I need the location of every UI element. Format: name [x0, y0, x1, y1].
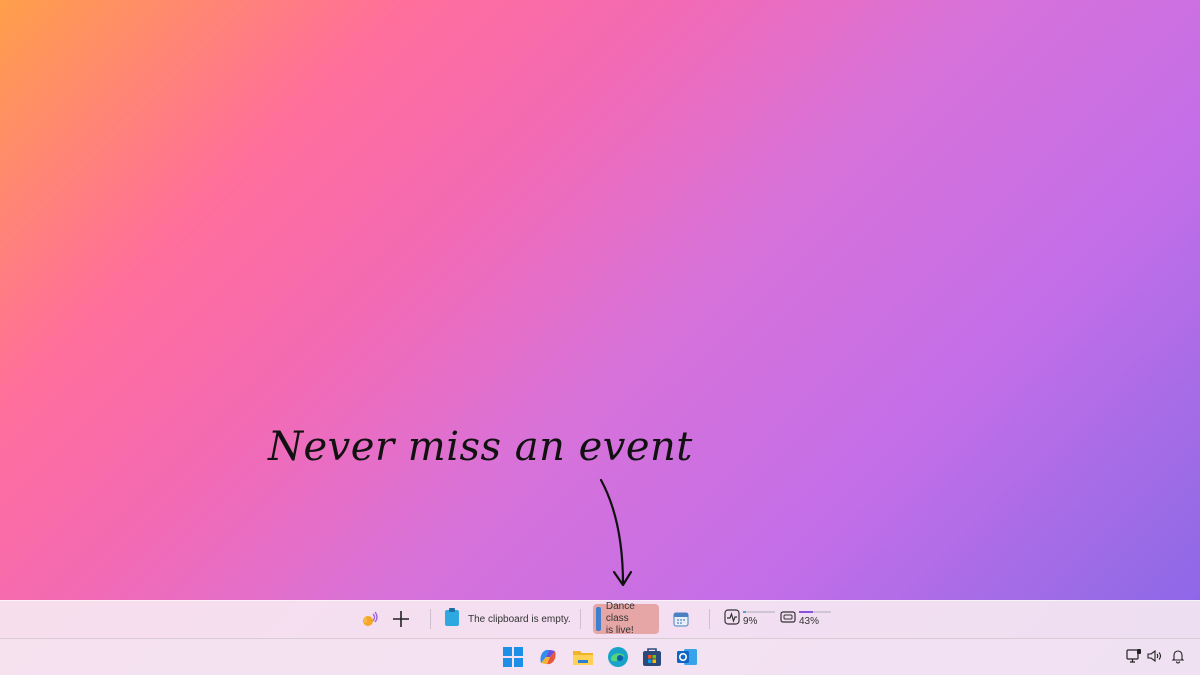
gpu-meter-fill — [799, 611, 813, 613]
separator — [709, 609, 710, 629]
separator — [430, 609, 431, 629]
separator — [580, 609, 581, 629]
cpu-meter-track — [743, 611, 775, 613]
gpu-meter: 43% — [799, 611, 831, 627]
volume-icon[interactable] — [1146, 648, 1162, 664]
cpu-meter-fill — [743, 611, 746, 613]
clipboard-status-text: The clipboard is empty. — [468, 613, 571, 625]
event-text: Dance class is live! — [606, 601, 659, 637]
gpu-percent-text: 43% — [799, 616, 820, 627]
windows-start-icon[interactable] — [502, 646, 524, 668]
outlook-icon[interactable] — [676, 646, 698, 668]
arrow-annotation — [599, 478, 633, 587]
caption-text: Never miss an event — [268, 424, 693, 470]
event-accent-bar — [596, 607, 601, 631]
calendar-icon[interactable] — [673, 600, 689, 638]
event-title-line1: Dance class — [605, 601, 635, 624]
gpu-meter-track — [799, 611, 831, 613]
network-icon[interactable] — [1126, 648, 1142, 664]
clipboard-icon — [444, 607, 460, 631]
activity-icon — [724, 608, 740, 630]
edge-icon[interactable] — [607, 646, 629, 668]
gpu-widget[interactable]: 43% — [780, 600, 831, 638]
cpu-widget[interactable]: 9% — [724, 600, 775, 638]
event-title-line2: is live! — [605, 625, 634, 636]
event-card[interactable]: Dance class is live! — [593, 601, 659, 637]
store-icon[interactable] — [641, 646, 663, 668]
gpu-icon — [780, 609, 796, 630]
cpu-percent-text: 9% — [743, 616, 758, 627]
cpu-meter: 9% — [743, 611, 775, 627]
file-explorer-icon[interactable] — [572, 646, 594, 668]
clipboard-widget[interactable]: The clipboard is empty. — [444, 600, 571, 638]
copilot-icon[interactable] — [537, 646, 559, 668]
plus-icon[interactable] — [391, 600, 411, 638]
wave-hand-icon[interactable] — [359, 600, 379, 638]
notification-bell-icon[interactable] — [1170, 648, 1186, 664]
taskbar — [0, 638, 1200, 675]
